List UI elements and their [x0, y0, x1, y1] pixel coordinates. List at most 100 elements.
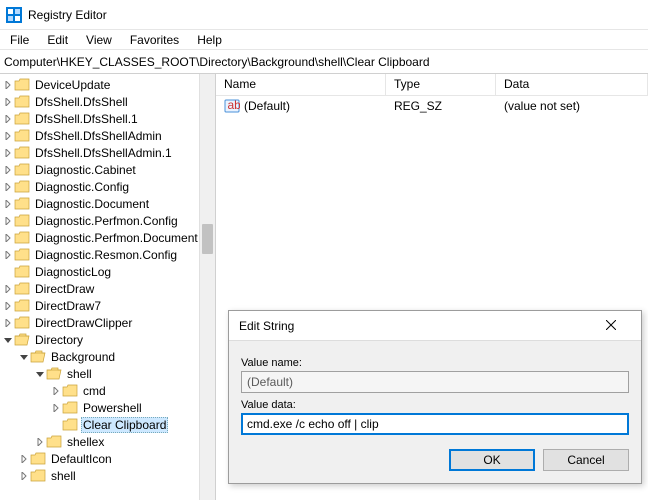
- col-name[interactable]: Name: [216, 74, 386, 95]
- menu-file[interactable]: File: [2, 31, 37, 49]
- tree-item-label: Diagnostic.Config: [33, 180, 131, 194]
- tree-item-label: Diagnostic.Cabinet: [33, 163, 138, 177]
- chevron-right-icon[interactable]: [2, 217, 14, 225]
- tree-item-label: DirectDraw7: [33, 299, 103, 313]
- folder-icon: [62, 418, 78, 432]
- list-row[interactable]: ab(Default)REG_SZ(value not set): [216, 96, 648, 116]
- chevron-right-icon[interactable]: [2, 183, 14, 191]
- tree-item-label: DfsShell.DfsShellAdmin.1: [33, 146, 174, 160]
- tree-view[interactable]: DeviceUpdateDfsShell.DfsShellDfsShell.Df…: [0, 74, 216, 500]
- tree-item-label: shell: [65, 367, 94, 381]
- tree-item[interactable]: Diagnostic.Perfmon.Config: [0, 212, 215, 229]
- menu-edit[interactable]: Edit: [39, 31, 76, 49]
- value-data: (value not set): [496, 99, 648, 113]
- chevron-right-icon[interactable]: [2, 302, 14, 310]
- folder-open-icon: [46, 367, 62, 381]
- tree-item[interactable]: DirectDraw7: [0, 297, 215, 314]
- folder-icon: [14, 197, 30, 211]
- tree-item-label: DeviceUpdate: [33, 78, 112, 92]
- tree-scrollbar[interactable]: [199, 74, 215, 500]
- chevron-down-icon[interactable]: [2, 336, 14, 344]
- tree-item-label: Diagnostic.Perfmon.Document: [33, 231, 200, 245]
- svg-text:ab: ab: [228, 98, 241, 112]
- tree-item[interactable]: Diagnostic.Perfmon.Document: [0, 229, 215, 246]
- value-type: REG_SZ: [386, 99, 496, 113]
- chevron-down-icon[interactable]: [34, 370, 46, 378]
- chevron-down-icon[interactable]: [18, 353, 30, 361]
- dialog-close-button[interactable]: [591, 313, 631, 339]
- value-name-label: Value name:: [241, 357, 629, 369]
- edit-string-dialog: Edit String Value name: Value data: OK C…: [228, 310, 642, 484]
- chevron-right-icon[interactable]: [2, 98, 14, 106]
- menu-favorites[interactable]: Favorites: [122, 31, 187, 49]
- folder-icon: [14, 95, 30, 109]
- col-type[interactable]: Type: [386, 74, 496, 95]
- app-icon: [6, 7, 22, 23]
- chevron-right-icon[interactable]: [2, 81, 14, 89]
- chevron-right-icon[interactable]: [2, 319, 14, 327]
- tree-item[interactable]: Background: [0, 348, 215, 365]
- chevron-right-icon[interactable]: [2, 115, 14, 123]
- tree-item[interactable]: DiagnosticLog: [0, 263, 215, 280]
- folder-icon: [14, 163, 30, 177]
- folder-icon: [14, 112, 30, 126]
- tree-item[interactable]: Directory: [0, 331, 215, 348]
- tree-item[interactable]: Diagnostic.Cabinet: [0, 161, 215, 178]
- chevron-right-icon[interactable]: [34, 438, 46, 446]
- tree-item[interactable]: DefaultIcon: [0, 450, 215, 467]
- tree-item[interactable]: DirectDrawClipper: [0, 314, 215, 331]
- tree-item-label: Powershell: [81, 401, 144, 415]
- tree-item-label: DfsShell.DfsShell: [33, 95, 130, 109]
- menu-help[interactable]: Help: [189, 31, 230, 49]
- chevron-right-icon[interactable]: [50, 387, 62, 395]
- tree-item[interactable]: cmd: [0, 382, 215, 399]
- chevron-right-icon[interactable]: [2, 285, 14, 293]
- string-value-icon: ab: [224, 98, 240, 114]
- address-path: Computer\HKEY_CLASSES_ROOT\Directory\Bac…: [4, 55, 430, 69]
- tree-item-label: DiagnosticLog: [33, 265, 113, 279]
- tree-item[interactable]: DfsShell.DfsShell.1: [0, 110, 215, 127]
- folder-icon: [14, 214, 30, 228]
- cancel-button[interactable]: Cancel: [543, 449, 629, 471]
- tree-item[interactable]: Diagnostic.Document: [0, 195, 215, 212]
- tree-item[interactable]: DfsShell.DfsShellAdmin: [0, 127, 215, 144]
- menu-view[interactable]: View: [78, 31, 120, 49]
- tree-item[interactable]: Diagnostic.Resmon.Config: [0, 246, 215, 263]
- folder-icon: [14, 265, 30, 279]
- dialog-buttons: OK Cancel: [241, 449, 629, 471]
- tree-item[interactable]: shell: [0, 467, 215, 484]
- tree-item[interactable]: shell: [0, 365, 215, 382]
- address-bar[interactable]: Computer\HKEY_CLASSES_ROOT\Directory\Bac…: [0, 50, 648, 74]
- folder-icon: [30, 469, 46, 483]
- menu-bar: File Edit View Favorites Help: [0, 30, 648, 50]
- chevron-right-icon[interactable]: [18, 472, 30, 480]
- tree-item-label: Clear Clipboard: [81, 417, 168, 433]
- chevron-right-icon[interactable]: [18, 455, 30, 463]
- chevron-right-icon[interactable]: [2, 251, 14, 259]
- tree-scrollbar-thumb[interactable]: [202, 224, 213, 254]
- chevron-right-icon[interactable]: [2, 149, 14, 157]
- tree-item-label: shell: [49, 469, 78, 483]
- dialog-titlebar[interactable]: Edit String: [229, 311, 641, 341]
- chevron-right-icon[interactable]: [2, 200, 14, 208]
- chevron-right-icon[interactable]: [2, 132, 14, 140]
- value-data-input[interactable]: [241, 413, 629, 435]
- tree-item[interactable]: DfsShell.DfsShell: [0, 93, 215, 110]
- chevron-right-icon[interactable]: [2, 234, 14, 242]
- tree-item[interactable]: DfsShell.DfsShellAdmin.1: [0, 144, 215, 161]
- chevron-right-icon[interactable]: [2, 166, 14, 174]
- tree-item[interactable]: DirectDraw: [0, 280, 215, 297]
- col-data[interactable]: Data: [496, 74, 648, 95]
- tree-item[interactable]: Clear Clipboard: [0, 416, 215, 433]
- folder-icon: [14, 282, 30, 296]
- dialog-title-text: Edit String: [239, 319, 591, 333]
- chevron-right-icon[interactable]: [50, 404, 62, 412]
- window-titlebar: Registry Editor: [0, 0, 648, 30]
- tree-item[interactable]: Diagnostic.Config: [0, 178, 215, 195]
- tree-item[interactable]: shellex: [0, 433, 215, 450]
- value-name-input[interactable]: [241, 371, 629, 393]
- ok-button[interactable]: OK: [449, 449, 535, 471]
- tree-item[interactable]: DeviceUpdate: [0, 76, 215, 93]
- tree-item[interactable]: Powershell: [0, 399, 215, 416]
- tree-item-label: DefaultIcon: [49, 452, 114, 466]
